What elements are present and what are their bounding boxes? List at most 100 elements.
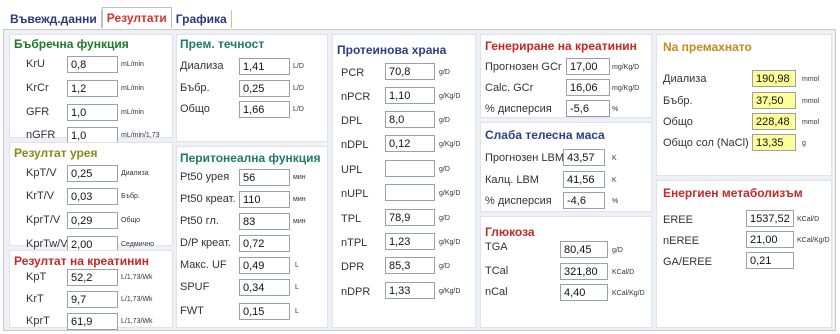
peritoneal-unit-max-uf: L	[295, 262, 299, 269]
peritoneal-label-pt50-urea: Pt50 урея	[180, 171, 230, 183]
urea-label-kprtwv: KprTw/V	[26, 238, 68, 250]
creat-value-kprt: 61,9	[67, 313, 118, 330]
creat-label-kpt: KpT	[26, 271, 47, 283]
protein-label-nupl: nUPL	[341, 188, 369, 200]
protein-value-dpr: 85,3	[385, 257, 435, 274]
removed-value-total-salt: 13,35	[752, 134, 796, 151]
protein-label-dpl: DPL	[341, 115, 363, 127]
protein-value-upl	[385, 160, 435, 177]
protein-label-ndpl: nDPL	[341, 139, 369, 151]
peritoneal-unit-pt50-urea: мин	[293, 174, 306, 181]
urea-label-kptv: KpT/V	[26, 167, 57, 179]
protein-label-ndpr: nDPR	[341, 286, 371, 298]
urea-value-krtv: 0,03	[67, 188, 118, 205]
tab-graphics[interactable]: Графика	[172, 10, 232, 28]
tab-results[interactable]: Резултати	[101, 7, 172, 28]
urea-value-kptv: 0,25	[67, 165, 118, 182]
removed-value-total: 228,48	[752, 113, 796, 130]
removed-label-total-salt: Общо сол (NaCl)	[663, 137, 749, 149]
lbm-unit-dispersion: %	[612, 198, 619, 205]
creatgen-unit-dispersion: %	[612, 106, 619, 113]
creat-unit-krt: L/1,73/Wk	[121, 296, 153, 303]
removed-label-kidney: Бъбр.	[663, 95, 693, 107]
fluid-removal-title: Прем. течност	[180, 37, 265, 51]
protein-value-dpl: 8,0	[385, 111, 435, 128]
peritoneal-label-max-uf: Макс. UF	[180, 259, 227, 271]
urea-unit-kprtwv: Седмично	[121, 241, 155, 248]
peritoneal-label-dp-creat: D/P креат.	[180, 237, 231, 249]
peritoneal-unit-pt50-creat: мин	[293, 196, 306, 203]
kidney-value-kru: 0,8	[67, 56, 118, 73]
kidney-function-panel: Бъбречна функция KrU 0,8 mL/min KrCr 1,2…	[9, 34, 173, 144]
peritoneal-label-pt50-glucose: Pt50 гл.	[180, 215, 219, 227]
kidney-unit-kru: mL/min	[121, 61, 144, 68]
glucose-unit-ncal: KCal/Kg/D	[612, 290, 645, 297]
protein-unit-upl: g/D	[439, 166, 450, 173]
glucose-label-tga: TGA	[485, 241, 508, 253]
peritoneal-value-fwt: 0,15	[239, 303, 290, 320]
glucose-panel: Глюкоза TGA 80,45 g/D TCal 321,80 KCal/D…	[480, 216, 652, 328]
peritoneal-value-dp-creat: 0,72	[239, 235, 290, 252]
glucose-label-ncal: nCal	[485, 286, 508, 298]
peritoneal-unit-fwt: L	[295, 308, 299, 315]
energy-value-ga-eree: 0,21	[746, 252, 794, 269]
peritoneal-label-spuf: SPUF	[180, 281, 210, 293]
energy-unit-neree: KCal/Kg/D	[797, 237, 830, 244]
kidney-label-ngfr: nGFR	[26, 129, 56, 141]
energy-metabolism-panel: Енергиен метаболизъм EREE 1537,52 KCal/D…	[656, 180, 832, 328]
kidney-value-krcr: 1,2	[67, 80, 118, 97]
energy-value-eree: 1537,52	[746, 210, 794, 227]
protein-unit-ndpr: g/Kg/D	[439, 288, 461, 295]
peritoneal-value-pt50-creat: 110	[239, 191, 290, 208]
protein-value-ndpr: 1,33	[385, 282, 435, 299]
energy-metabolism-title: Енергиен метаболизъм	[663, 186, 803, 200]
sodium-removed-panel: Na премахнато Диализа 190,98 mmol Бъбр. …	[656, 34, 832, 176]
energy-unit-eree: KCal/D	[797, 216, 820, 223]
energy-value-neree: 21,00	[746, 231, 794, 248]
protein-unit-dpr: g/D	[439, 263, 450, 270]
removed-unit-total: mmol	[802, 119, 820, 126]
creatgen-unit-calc: mg/Kg/D	[612, 85, 640, 92]
lbm-value-dispersion: -4,6	[563, 192, 605, 209]
lean-body-mass-title: Слаба телесна маса	[485, 128, 605, 142]
fluid-value-dialysis: 1,41	[239, 58, 290, 75]
kidney-label-gfr: GFR	[26, 106, 50, 118]
lbm-value-predicted: 43,57	[563, 149, 605, 166]
peritoneal-value-max-uf: 0,49	[239, 257, 290, 274]
fluid-label-dialysis: Диализа	[180, 60, 224, 72]
lbm-label-calc: Калц. LBM	[485, 174, 539, 186]
fluid-unit-kidney: L/D	[293, 85, 304, 92]
creatgen-label-predicted: Прогнозен GCr	[485, 61, 562, 73]
lbm-label-dispersion: % дисперсия	[485, 195, 552, 207]
lean-body-mass-panel: Слаба телесна маса Прогнозен LBM 43,57 K…	[480, 122, 652, 212]
energy-label-neree: nEREE	[663, 235, 700, 247]
creat-value-kpt: 52,2	[67, 269, 118, 286]
protein-unit-npcr: g/Kg/D	[439, 93, 461, 100]
glucose-value-tcal: 321,80	[560, 263, 608, 280]
creatinine-result-panel: Резултат на креатинин KpT 52,2 L/1,73/Wk…	[9, 250, 173, 330]
creatgen-label-calc: Calc. GCr	[485, 82, 534, 94]
protein-label-upl: UPL	[341, 164, 363, 176]
glucose-value-ncal: 4,40	[560, 284, 608, 301]
protein-unit-dpl: g/D	[439, 117, 450, 124]
creatinine-generation-panel: Генериране на креатинин Прогнозен GCr 17…	[480, 34, 652, 118]
protein-value-ndpl: 0,12	[385, 135, 435, 152]
lbm-unit-calc: K	[612, 177, 617, 184]
fluid-value-total: 1,66	[239, 101, 290, 118]
peritoneal-label-fwt: FWT	[180, 305, 204, 317]
fluid-value-kidney: 0,25	[239, 80, 290, 97]
peritoneal-function-panel: Перитонеална функция Pt50 урея 56 мин Pt…	[176, 146, 328, 328]
creatinine-generation-title: Генериране на креатинин	[485, 39, 637, 53]
fluid-removal-panel: Прем. течност Диализа 1,41 L/D Бъбр. 0,2…	[176, 34, 328, 142]
protein-intake-title: Протеинова храна	[337, 43, 447, 57]
glucose-label-tcal: TCal	[485, 265, 509, 277]
glucose-title: Глюкоза	[485, 225, 535, 239]
kidney-unit-krcr: mL/min	[121, 85, 144, 92]
protein-value-npcr: 1,10	[385, 87, 435, 104]
peritoneal-value-pt50-glucose: 83	[239, 213, 290, 230]
kidney-unit-ngfr: mL/min/1,73	[121, 132, 160, 139]
creatgen-unit-predicted: mg/Kg/D	[612, 64, 640, 71]
glucose-unit-tga: g/D	[612, 247, 623, 254]
tab-data-entry[interactable]: Въвежд.данни	[6, 10, 102, 28]
peritoneal-label-pt50-creat: Pt50 креат.	[180, 193, 236, 205]
